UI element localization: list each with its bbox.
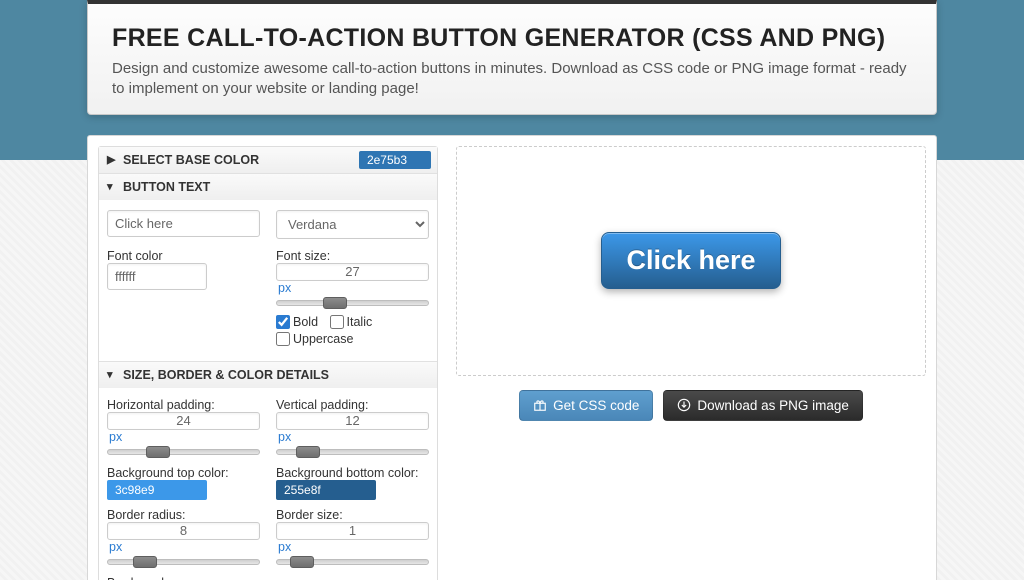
- button-text-input[interactable]: [107, 210, 260, 237]
- border-size-label: Border size:: [276, 508, 343, 522]
- border-color-label: Border color:: [107, 576, 179, 580]
- bg-top-swatch[interactable]: 3c98e9: [107, 480, 207, 500]
- section-label: BUTTON TEXT: [123, 180, 210, 194]
- preview-area: Click here: [456, 146, 926, 376]
- section-size-border: ▾ SIZE, BORDER & COLOR DETAILS Horizonta…: [99, 362, 437, 580]
- italic-checkbox[interactable]: Italic: [330, 315, 373, 329]
- h-padding-slider[interactable]: [107, 449, 260, 455]
- h-padding-label: Horizontal padding:: [107, 398, 215, 412]
- v-padding-slider[interactable]: [276, 449, 429, 455]
- unit-label: px: [109, 540, 122, 554]
- border-size-input[interactable]: [276, 522, 429, 540]
- v-padding-input[interactable]: [276, 412, 429, 430]
- section-size-border-header[interactable]: ▾ SIZE, BORDER & COLOR DETAILS: [99, 362, 437, 388]
- download-icon: [677, 398, 691, 412]
- border-size-slider[interactable]: [276, 559, 429, 565]
- border-radius-input[interactable]: [107, 522, 260, 540]
- button-label: Get CSS code: [553, 398, 639, 413]
- bold-checkbox[interactable]: Bold: [276, 315, 318, 329]
- unit-label: px: [278, 540, 291, 554]
- chevron-right-icon: ▶: [107, 153, 119, 166]
- page-subtitle: Design and customize awesome call-to-act…: [112, 59, 912, 100]
- font-size-slider[interactable]: [276, 300, 429, 306]
- font-color-label: Font color: [107, 249, 163, 263]
- base-color-swatch[interactable]: 2e75b3: [359, 151, 431, 169]
- section-label: SELECT BASE COLOR: [123, 153, 259, 167]
- font-family-select[interactable]: Verdana: [276, 210, 429, 239]
- bg-bottom-label: Background bottom color:: [276, 466, 418, 480]
- font-size-input[interactable]: [276, 263, 429, 281]
- bg-bottom-swatch[interactable]: 255e8f: [276, 480, 376, 500]
- section-base-color: ▶ SELECT BASE COLOR 2e75b3: [99, 147, 437, 174]
- chevron-down-icon: ▾: [107, 368, 119, 381]
- font-size-label: Font size:: [276, 249, 330, 263]
- font-color-input[interactable]: [107, 263, 207, 290]
- section-button-text-header[interactable]: ▾ BUTTON TEXT: [99, 174, 437, 200]
- unit-label: px: [278, 281, 291, 295]
- download-png-button[interactable]: Download as PNG image: [663, 390, 863, 421]
- get-css-button[interactable]: Get CSS code: [519, 390, 653, 421]
- config-panel: ▶ SELECT BASE COLOR 2e75b3 ▾ BUTTON TEXT: [98, 146, 438, 580]
- border-radius-slider[interactable]: [107, 559, 260, 565]
- header-card: FREE CALL-TO-ACTION BUTTON GENERATOR (CS…: [87, 0, 937, 115]
- unit-label: px: [109, 430, 122, 444]
- preview-button[interactable]: Click here: [601, 232, 780, 289]
- button-label: Download as PNG image: [697, 398, 849, 413]
- bg-top-label: Background top color:: [107, 466, 229, 480]
- uppercase-checkbox[interactable]: Uppercase: [276, 332, 353, 346]
- section-base-color-header[interactable]: ▶ SELECT BASE COLOR 2e75b3: [99, 147, 437, 173]
- page-title: FREE CALL-TO-ACTION BUTTON GENERATOR (CS…: [112, 24, 912, 53]
- gift-icon: [533, 398, 547, 412]
- border-radius-label: Border radius:: [107, 508, 186, 522]
- h-padding-input[interactable]: [107, 412, 260, 430]
- unit-label: px: [278, 430, 291, 444]
- section-button-text: ▾ BUTTON TEXT Verdana: [99, 174, 437, 362]
- chevron-down-icon: ▾: [107, 180, 119, 193]
- v-padding-label: Vertical padding:: [276, 398, 368, 412]
- section-label: SIZE, BORDER & COLOR DETAILS: [123, 368, 329, 382]
- workspace: ▶ SELECT BASE COLOR 2e75b3 ▾ BUTTON TEXT: [87, 135, 937, 580]
